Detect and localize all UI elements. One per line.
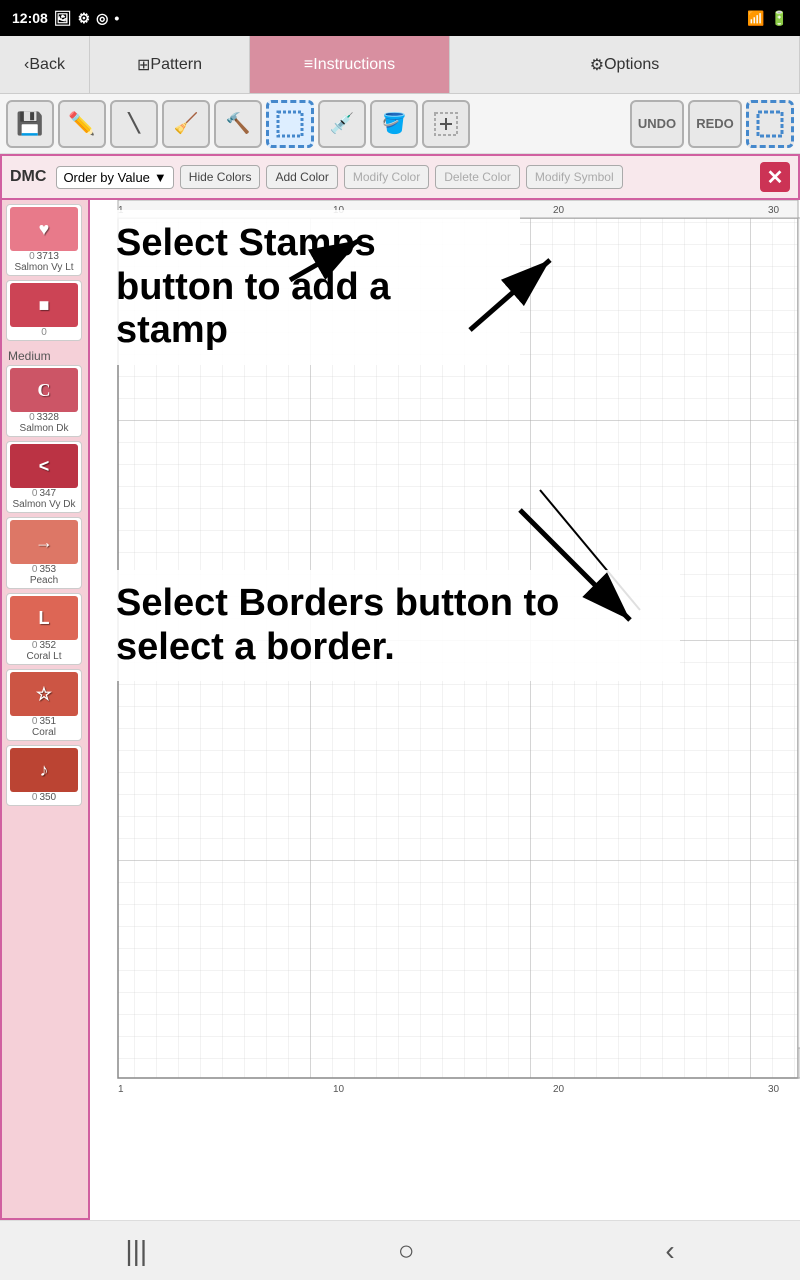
top-nav: ‹ Back ⊞ Pattern ≡ Instructions ⚙ Option… (0, 36, 800, 94)
instructions-label: Instructions (313, 56, 395, 74)
swatch-count: 03713 (29, 251, 59, 262)
toolbar: 💾 ✏️ ╲ 🧹 🔨 💉 🪣 UNDO REDO (0, 94, 800, 154)
swatch-count: 0347 (32, 488, 56, 499)
selection-box-button[interactable] (746, 100, 794, 148)
medium-section-label: Medium (6, 345, 84, 365)
status-right-icons: 📶 🔋 (747, 10, 788, 27)
save-button[interactable]: 💾 (6, 100, 54, 148)
swatch-name: Coral Lt (26, 651, 61, 662)
swatch-3713[interactable]: ♥ 03713 Salmon Vy Lt (6, 204, 82, 276)
pattern-tab[interactable]: ⊞ Pattern (90, 36, 250, 93)
dmc-label: DMC (10, 168, 46, 186)
modify-color-button[interactable]: Modify Color (344, 165, 429, 189)
fill-button[interactable]: 🪣 (370, 100, 418, 148)
svg-text:20: 20 (553, 205, 565, 216)
status-bar: 12:08 🖼 ⚙ ◎ • 📶 🔋 (0, 0, 800, 36)
swatch-count: 0353 (32, 564, 56, 575)
swatch-symbol: < (39, 456, 50, 477)
stamp-instruction: Select Stamps button to add a stamp (100, 210, 520, 365)
modify-symbol-button[interactable]: Modify Symbol (526, 165, 623, 189)
svg-text:20: 20 (553, 1084, 565, 1095)
close-color-bar-button[interactable]: ✕ (760, 162, 790, 192)
swatch-3328[interactable]: C 03328 Salmon Dk (6, 365, 82, 437)
stamp-button[interactable]: 🔨 (214, 100, 262, 148)
settings-icon: ⚙ (78, 10, 91, 27)
swatch-symbol: ■ (39, 295, 50, 316)
swatch-350[interactable]: ♪ 0350 (6, 745, 82, 806)
home-icon: ○ (398, 1235, 415, 1266)
photo-icon: 🖼 (54, 10, 72, 27)
pencil-button[interactable]: ✏️ (58, 100, 106, 148)
swatch-name: Salmon Vy Dk (13, 499, 76, 510)
back-nav-icon: ‹ (665, 1235, 674, 1266)
swatch-count: 0352 (32, 640, 56, 651)
swatch-symbol: L (39, 608, 50, 629)
border-instruction: Select Borders button to select a border… (100, 570, 680, 681)
options-label: Options (604, 56, 659, 74)
menu-icon: ||| (125, 1235, 147, 1266)
svg-text:10: 10 (333, 1084, 345, 1095)
bottom-nav: ||| ○ ‹ (0, 1220, 800, 1280)
border-button[interactable] (266, 100, 314, 148)
battery-icon: 🔋 (771, 10, 788, 27)
hide-colors-button[interactable]: Hide Colors (180, 165, 261, 189)
eyedropper-button[interactable]: 💉 (318, 100, 366, 148)
gear-icon: ⚙ (590, 55, 604, 75)
back-button[interactable]: ‹ Back (0, 36, 90, 93)
swatch-count: 0350 (32, 792, 56, 803)
undo-button[interactable]: UNDO (630, 100, 684, 148)
pattern-label: Pattern (150, 56, 202, 74)
add-color-button[interactable]: Add Color (266, 165, 337, 189)
menu-button[interactable]: ||| (105, 1227, 167, 1275)
swatch-symbol: ♪ (40, 760, 49, 781)
swatch-353[interactable]: → 0353 Peach (6, 517, 82, 589)
swatch-symbol: C (38, 380, 51, 401)
instructions-tab[interactable]: ≡ Instructions (250, 36, 450, 93)
swatch-symbol: ♥ (39, 219, 50, 240)
dropdown-arrow-icon: ▼ (154, 170, 167, 185)
order-dropdown[interactable]: Order by Value ▼ (56, 166, 173, 189)
svg-text:30: 30 (768, 205, 780, 216)
swatch-name: Salmon Dk (20, 423, 69, 434)
swatch-symbol: ☆ (36, 684, 52, 705)
svg-text:1: 1 (118, 1084, 124, 1095)
swatch-count: 0351 (32, 716, 56, 727)
wifi-icon: 📶 (747, 10, 764, 27)
redo-button[interactable]: REDO (688, 100, 742, 148)
delete-color-button[interactable]: Delete Color (435, 165, 520, 189)
options-tab[interactable]: ⚙ Options (450, 36, 800, 93)
home-button[interactable]: ○ (378, 1227, 435, 1275)
back-nav-button[interactable]: ‹ (645, 1227, 694, 1275)
swatch-count: 0 (41, 327, 47, 338)
swatch-name: Salmon Vy Lt (14, 262, 73, 273)
swatch-name: Coral (32, 727, 56, 738)
time-display: 12:08 (12, 10, 48, 26)
swatch-3712[interactable]: ■ 0 (6, 280, 82, 341)
status-time-area: 12:08 🖼 ⚙ ◎ • (12, 10, 119, 27)
svg-text:30: 30 (768, 1084, 780, 1095)
color-bar: DMC Order by Value ▼ Hide Colors Add Col… (0, 154, 800, 200)
swatch-name: Peach (30, 575, 58, 586)
swatch-347[interactable]: < 0347 Salmon Vy Dk (6, 441, 82, 513)
grid-area[interactable]: 1 10 20 30 1 10 20 30 1 10 20 30 Select … (90, 200, 800, 1220)
line-button[interactable]: ╲ (110, 100, 158, 148)
eraser-button[interactable]: 🧹 (162, 100, 210, 148)
main-content: ♥ 03713 Salmon Vy Lt ■ 0 Medium C 03328 … (0, 200, 800, 1220)
color-panel: ♥ 03713 Salmon Vy Lt ■ 0 Medium C 03328 … (0, 200, 90, 1220)
border-instruction-text: Select Borders button to select a border… (116, 582, 664, 669)
swatch-351[interactable]: ☆ 0351 Coral (6, 669, 82, 741)
select-plus-button[interactable] (422, 100, 470, 148)
location-icon: ◎ (96, 10, 108, 27)
swatch-count: 03328 (29, 412, 59, 423)
order-label: Order by Value (63, 170, 149, 185)
stamp-instruction-text: Select Stamps button to add a stamp (116, 222, 504, 353)
grid-icon: ⊞ (137, 55, 150, 75)
swatch-symbol: → (35, 532, 53, 553)
list-icon: ≡ (304, 56, 313, 74)
swatch-352[interactable]: L 0352 Coral Lt (6, 593, 82, 665)
dot-icon: • (114, 10, 119, 26)
back-label: Back (29, 56, 65, 74)
